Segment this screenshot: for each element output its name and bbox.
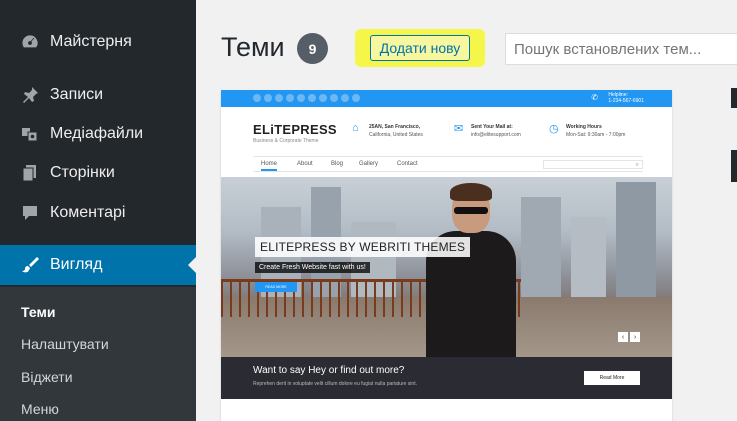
hero-subtitle: Create Fresh Website fast with us! bbox=[255, 262, 370, 273]
hero-title: ELITEPRESS BY WEBRITI THEMES bbox=[255, 237, 471, 257]
sidebar-item-label: Сторінки bbox=[50, 164, 115, 181]
building bbox=[521, 197, 561, 297]
preview-brand-sub: Business & Corporate Theme bbox=[253, 138, 319, 144]
preview-info-hours: Working Hours Mon-Sat: 9:30am - 7:00pm bbox=[566, 124, 626, 138]
preview-nav-home: Home bbox=[261, 161, 278, 171]
preview-info-mail: Sent Your Mail at: info@elitesupport.com bbox=[471, 124, 521, 138]
appearance-submenu: Теми Налаштувати Віджети Меню bbox=[0, 287, 196, 421]
active-indicator bbox=[188, 257, 196, 273]
preview-cta-bar: Want to say Hey or find out more? Repreh… bbox=[221, 357, 672, 399]
social-icons bbox=[253, 94, 360, 102]
preview-nav-gallery: Gallery bbox=[359, 161, 379, 167]
pages-icon bbox=[20, 163, 40, 183]
sidebar-item-posts[interactable]: Записи bbox=[0, 75, 196, 115]
clock-icon: ◷ bbox=[549, 123, 559, 135]
preview-hero-slider: ELITEPRESS BY WEBRITI THEMES Create Fres… bbox=[221, 177, 672, 357]
add-new-theme-highlight[interactable]: Додати нову bbox=[355, 29, 485, 67]
sidebar-item-comments[interactable]: Коментарі bbox=[0, 193, 196, 233]
sidebar-item-appearance[interactable]: Вигляд bbox=[0, 245, 196, 285]
next-theme-card-edge bbox=[731, 150, 737, 182]
preview-nav-contact: Contact bbox=[397, 161, 418, 167]
home-icon: ⌂ bbox=[352, 122, 359, 134]
brush-icon bbox=[20, 255, 40, 275]
preview-brand: ELiTEPRESS bbox=[253, 122, 337, 137]
preview-nav: Home About Blog Gallery Contact ⌕ bbox=[253, 156, 643, 172]
chevron-left-icon: ‹ bbox=[618, 332, 628, 342]
phone-icon: ✆ bbox=[591, 93, 598, 102]
chevron-right-icon: › bbox=[630, 332, 640, 342]
building bbox=[616, 182, 656, 297]
hero-person bbox=[426, 183, 516, 357]
hero-read-more-button: READ MORE bbox=[255, 282, 297, 292]
submenu-item-customize[interactable]: Налаштувати bbox=[21, 336, 109, 352]
media-icon bbox=[20, 124, 40, 144]
add-new-theme-button[interactable]: Додати нову bbox=[369, 35, 471, 61]
sidebar-item-label: Медіафайли bbox=[50, 125, 144, 142]
theme-card-elitepress[interactable]: ✆ Helpline: 1-234-567-6901 ELiTEPRESS Bu… bbox=[221, 90, 672, 421]
submenu-item-themes[interactable]: Теми bbox=[21, 304, 55, 320]
sidebar-item-media[interactable]: Медіафайли bbox=[0, 114, 196, 154]
preview-nav-blog: Blog bbox=[331, 161, 344, 167]
preview-search-icon: ⌕ bbox=[543, 160, 643, 169]
next-theme-card-edge bbox=[731, 88, 737, 108]
cta-title: Want to say Hey or find out more? bbox=[253, 365, 405, 376]
building bbox=[571, 217, 606, 297]
submenu-item-menus[interactable]: Меню bbox=[21, 401, 59, 417]
page-title: Теми bbox=[221, 32, 285, 62]
sidebar-item-dashboard[interactable]: Майстерня bbox=[0, 22, 196, 62]
theme-count-badge: 9 bbox=[297, 33, 328, 64]
preview-info-address: 25AN, San Francisco, California, United S… bbox=[369, 124, 423, 138]
helpline-number: 1-234-567-6901 bbox=[608, 98, 644, 104]
admin-sidebar: Майстерня Записи Медіафайли Сторінки Ком… bbox=[0, 0, 196, 421]
pin-icon bbox=[20, 85, 40, 105]
sidebar-item-pages[interactable]: Сторінки bbox=[0, 153, 196, 193]
sidebar-item-label: Майстерня bbox=[50, 33, 132, 50]
cta-read-more-button: Read More bbox=[584, 371, 640, 385]
sidebar-item-label: Записи bbox=[50, 86, 104, 103]
comment-icon bbox=[20, 203, 40, 223]
mail-icon: ✉ bbox=[454, 123, 464, 135]
submenu-item-widgets[interactable]: Віджети bbox=[21, 369, 73, 385]
slider-nav: ‹ › bbox=[618, 332, 640, 342]
dashboard-icon bbox=[20, 32, 40, 52]
sidebar-item-label: Коментарі bbox=[50, 204, 126, 221]
cta-text: Reprehen derit in voluptate velit cillum… bbox=[253, 381, 417, 387]
sidebar-item-label: Вигляд bbox=[50, 256, 103, 273]
preview-nav-about: About bbox=[297, 161, 313, 167]
preview-topbar: ✆ Helpline: 1-234-567-6901 bbox=[221, 90, 672, 107]
theme-search-input[interactable] bbox=[505, 33, 737, 65]
